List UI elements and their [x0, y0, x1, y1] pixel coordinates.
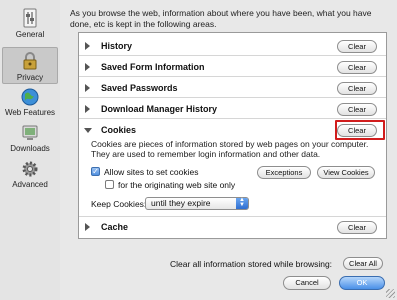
clear-form-information-button[interactable]: Clear	[337, 61, 377, 74]
keep-cookies-select[interactable]: until they expire ▲ ▼	[145, 197, 249, 210]
section-saved-form-information[interactable]: Saved Form Information Clear	[79, 57, 386, 77]
cookies-description: Cookies are pieces of information stored…	[91, 139, 369, 159]
disclosure-triangle-open-icon[interactable]	[84, 128, 92, 133]
section-download-manager-history[interactable]: Download Manager History Clear	[79, 99, 386, 119]
keep-cookies-value: until they expire	[151, 198, 211, 208]
sidebar-item-label: Web Features	[4, 108, 56, 117]
sidebar-item-general[interactable]: General	[2, 8, 58, 44]
privacy-sections-list: History Clear Saved Form Information Cle…	[78, 32, 387, 239]
originating-site-only-checkbox[interactable]	[105, 180, 114, 189]
disclosure-triangle-icon[interactable]	[85, 105, 90, 113]
view-cookies-button[interactable]: View Cookies	[317, 166, 375, 179]
section-label: Saved Passwords	[101, 83, 178, 93]
sidebar-item-label: Advanced	[12, 180, 48, 189]
disclosure-triangle-icon[interactable]	[85, 42, 90, 50]
section-label: History	[101, 41, 133, 51]
section-label: Saved Form Information	[101, 62, 205, 72]
ok-button[interactable]: OK	[339, 276, 385, 290]
select-arrows-icon: ▲ ▼	[236, 197, 248, 209]
allow-cookies-label: Allow sites to set cookies	[104, 167, 199, 177]
originating-site-only-label: for the originating web site only	[118, 180, 236, 190]
clear-history-button[interactable]: Clear	[337, 40, 377, 53]
sidebar-item-privacy[interactable]: Privacy	[2, 47, 58, 84]
disclosure-triangle-icon[interactable]	[85, 84, 90, 92]
sidebar-item-label: General	[15, 30, 45, 39]
disclosure-triangle-icon[interactable]	[85, 223, 90, 231]
section-label: Cookies	[101, 125, 137, 135]
clear-all-description: Clear all information stored while brows…	[170, 259, 333, 269]
section-label: Download Manager History	[101, 104, 218, 114]
downloads-icon	[22, 125, 38, 140]
preferences-sidebar: General Privacy Web Features Downloads A…	[0, 0, 60, 300]
privacy-icon	[23, 52, 37, 70]
sidebar-item-label: Privacy	[16, 73, 44, 82]
section-label: Cache	[101, 222, 129, 232]
resize-grip[interactable]	[386, 289, 395, 298]
exceptions-button[interactable]: Exceptions	[257, 166, 311, 179]
clear-passwords-button[interactable]: Clear	[337, 82, 377, 95]
clear-cache-button[interactable]: Clear	[337, 221, 377, 234]
keep-cookies-label: Keep Cookies:	[91, 199, 147, 209]
red-highlight-box	[335, 120, 385, 140]
globe-icon	[21, 88, 39, 106]
disclosure-triangle-icon[interactable]	[85, 63, 90, 71]
sidebar-item-advanced[interactable]: Advanced	[2, 160, 58, 192]
clear-download-history-button[interactable]: Clear	[337, 103, 377, 116]
clear-all-button[interactable]: Clear All	[343, 257, 383, 270]
sidebar-item-label: Downloads	[10, 144, 50, 153]
section-history[interactable]: History Clear	[79, 36, 386, 56]
sidebar-item-web-features[interactable]: Web Features	[2, 88, 58, 120]
allow-cookies-checkbox[interactable]: ✓	[91, 167, 100, 176]
general-icon	[23, 8, 37, 28]
section-cache[interactable]: Cache Clear	[79, 216, 386, 236]
sidebar-item-downloads[interactable]: Downloads	[2, 124, 58, 156]
intro-text: As you browse the web, information about…	[70, 8, 372, 29]
gear-icon	[22, 161, 38, 177]
section-saved-passwords[interactable]: Saved Passwords Clear	[79, 78, 386, 98]
cancel-button[interactable]: Cancel	[283, 276, 331, 290]
